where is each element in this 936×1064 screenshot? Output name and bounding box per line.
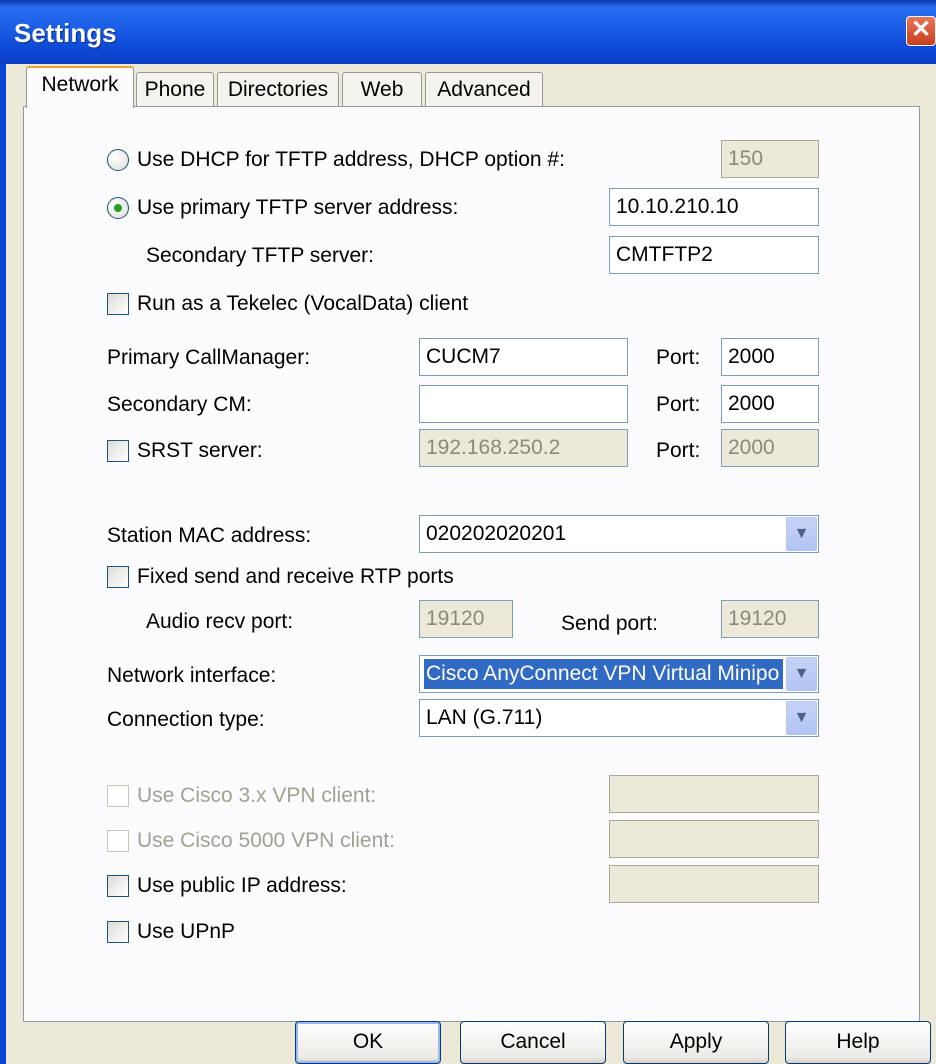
srst-label: SRST server: bbox=[137, 439, 263, 462]
tab-phone[interactable]: Phone bbox=[136, 72, 214, 108]
srst-checkbox[interactable] bbox=[107, 440, 129, 462]
mac-address-dropdown[interactable]: 020202020201 ▼ bbox=[419, 515, 819, 553]
dropdown-arrow-button[interactable]: ▼ bbox=[786, 701, 817, 735]
mac-address-label: Station MAC address: bbox=[107, 524, 312, 547]
tekelec-label: Run as a Tekelec (VocalData) client bbox=[137, 292, 469, 315]
dhcp-tftp-label: Use DHCP for TFTP address, DHCP option #… bbox=[137, 148, 565, 171]
connection-type-dropdown[interactable]: LAN (G.711) ▼ bbox=[419, 699, 819, 737]
audio-recv-label: Audio recv port: bbox=[146, 610, 294, 633]
public-ip-field bbox=[609, 865, 819, 903]
dhcp-option-field: 150 bbox=[721, 140, 819, 178]
dropdown-arrow-button[interactable]: ▼ bbox=[786, 517, 817, 551]
upnp-label: Use UPnP bbox=[137, 920, 236, 943]
cisco-5000-vpn-field bbox=[609, 820, 819, 858]
srst-port-label: Port: bbox=[656, 439, 701, 462]
tab-directories[interactable]: Directories bbox=[217, 72, 339, 108]
window-frame-left bbox=[0, 64, 6, 1064]
cisco-3x-vpn-label: Use Cisco 3.x VPN client: bbox=[137, 784, 377, 807]
secondary-port-label: Port: bbox=[656, 393, 701, 416]
tab-web[interactable]: Web bbox=[342, 72, 422, 108]
upnp-checkbox[interactable] bbox=[107, 921, 129, 943]
cancel-button[interactable]: Cancel bbox=[460, 1021, 606, 1064]
srst-server-field: 192.168.250.2 bbox=[419, 429, 628, 467]
secondary-tftp-field[interactable]: CMTFTP2 bbox=[609, 236, 819, 274]
apply-button[interactable]: Apply bbox=[623, 1021, 769, 1064]
send-port-field: 19120 bbox=[721, 600, 819, 638]
close-icon: ✕ bbox=[910, 16, 932, 43]
primary-tftp-label: Use primary TFTP server address: bbox=[137, 196, 459, 219]
chevron-down-icon: ▼ bbox=[793, 665, 810, 682]
dhcp-tftp-radio[interactable] bbox=[107, 149, 129, 171]
connection-type-value: LAN (G.711) bbox=[426, 706, 543, 729]
fixed-rtp-checkbox[interactable] bbox=[107, 566, 129, 588]
network-interface-label: Network interface: bbox=[107, 664, 277, 687]
tekelec-checkbox[interactable] bbox=[107, 293, 129, 315]
fixed-rtp-label: Fixed send and receive RTP ports bbox=[137, 565, 454, 588]
secondary-cm-label: Secondary CM: bbox=[107, 393, 252, 416]
settings-dialog: Settings ✕ Network Phone Directories Web… bbox=[0, 0, 936, 1064]
public-ip-checkbox[interactable] bbox=[107, 875, 129, 897]
secondary-cm-field[interactable] bbox=[419, 385, 628, 423]
secondary-port-field[interactable]: 2000 bbox=[721, 385, 819, 423]
connection-type-label: Connection type: bbox=[107, 708, 265, 731]
chevron-down-icon: ▼ bbox=[793, 525, 810, 542]
mac-address-value: 020202020201 bbox=[426, 522, 567, 545]
title-bar[interactable]: Settings ✕ bbox=[0, 0, 936, 64]
cisco-5000-vpn-checkbox bbox=[107, 830, 129, 852]
ok-button[interactable]: OK bbox=[295, 1021, 441, 1064]
secondary-tftp-label: Secondary TFTP server: bbox=[146, 244, 374, 267]
primary-callmanager-field[interactable]: CUCM7 bbox=[419, 338, 628, 376]
cisco-3x-vpn-field bbox=[609, 775, 819, 813]
cisco-3x-vpn-checkbox bbox=[107, 785, 129, 807]
primary-callmanager-label: Primary CallManager: bbox=[107, 346, 311, 369]
help-button[interactable]: Help bbox=[785, 1021, 931, 1064]
srst-port-field: 2000 bbox=[721, 429, 819, 467]
network-interface-value: Cisco AnyConnect VPN Virtual Minipo bbox=[424, 659, 783, 689]
primary-port-field[interactable]: 2000 bbox=[721, 338, 819, 376]
tab-advanced[interactable]: Advanced bbox=[425, 72, 543, 108]
public-ip-label: Use public IP address: bbox=[137, 874, 347, 897]
primary-tftp-field[interactable]: 10.10.210.10 bbox=[609, 188, 819, 226]
audio-recv-field: 19120 bbox=[419, 600, 513, 638]
primary-tftp-radio[interactable] bbox=[107, 197, 129, 219]
dropdown-arrow-button[interactable]: ▼ bbox=[786, 657, 817, 691]
radio-selected-dot bbox=[114, 204, 122, 212]
network-interface-dropdown[interactable]: Cisco AnyConnect VPN Virtual Minipo ▼ bbox=[419, 655, 819, 693]
close-button[interactable]: ✕ bbox=[906, 16, 936, 46]
primary-port-label: Port: bbox=[656, 346, 701, 369]
tab-network[interactable]: Network bbox=[26, 66, 134, 108]
chevron-down-icon: ▼ bbox=[793, 709, 810, 726]
cisco-5000-vpn-label: Use Cisco 5000 VPN client: bbox=[137, 829, 395, 852]
window-title: Settings bbox=[14, 18, 117, 48]
send-port-label: Send port: bbox=[561, 612, 658, 635]
